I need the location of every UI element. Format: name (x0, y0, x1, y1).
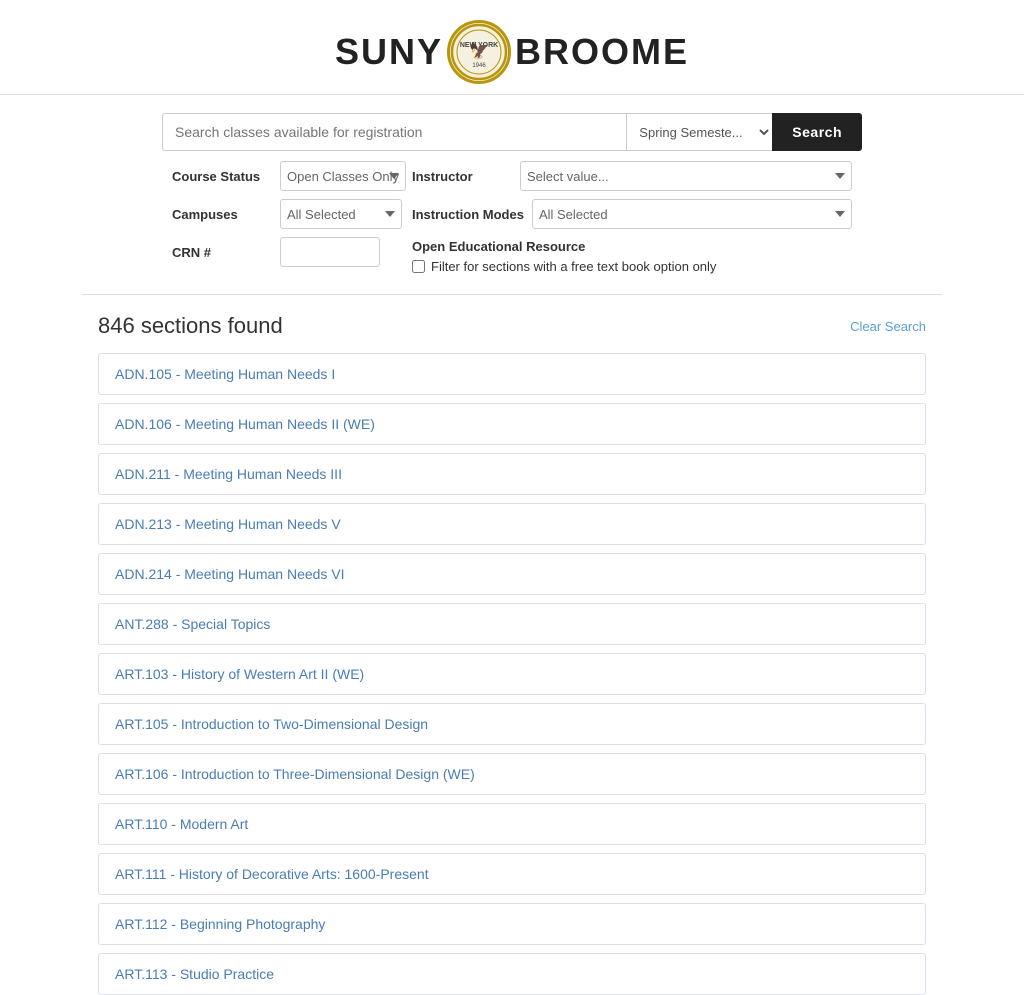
course-link[interactable]: ADN.105 - Meeting Human Needs I (115, 366, 335, 382)
left-filters-col: Course Status Open Classes Only All Clas… (172, 161, 402, 276)
divider (82, 294, 942, 295)
right-filters-col: Instructor Select value... Instruction M… (402, 161, 852, 276)
course-item[interactable]: ADN.213 - Meeting Human Needs V (98, 503, 926, 545)
course-link[interactable]: ART.106 - Introduction to Three-Dimensio… (115, 766, 475, 782)
course-item[interactable]: ART.110 - Modern Art (98, 803, 926, 845)
course-status-label: Course Status (172, 169, 272, 184)
search-button[interactable]: Search (772, 113, 862, 151)
clear-search-link[interactable]: Clear Search (850, 319, 926, 334)
oe-resource-label: Open Educational Resource (412, 239, 852, 254)
search-bar: Spring Semeste... Fall Semester Summer S… (162, 113, 862, 151)
course-item[interactable]: ANT.288 - Special Topics (98, 603, 926, 645)
course-item[interactable]: ART.113 - Studio Practice (98, 953, 926, 995)
course-item[interactable]: ART.112 - Beginning Photography (98, 903, 926, 945)
crn-input[interactable] (280, 237, 380, 267)
seal-svg: NEW YORK 🦅 1946 (450, 23, 508, 81)
course-item[interactable]: ART.103 - History of Western Art II (WE) (98, 653, 926, 695)
course-status-select[interactable]: Open Classes Only All Classes (280, 161, 406, 191)
semester-dropdown[interactable]: Spring Semeste... Fall Semester Summer S… (626, 113, 772, 151)
course-item[interactable]: ADN.211 - Meeting Human Needs III (98, 453, 926, 495)
course-link[interactable]: ANT.288 - Special Topics (115, 616, 270, 632)
oe-checkbox-row: Filter for sections with a free text boo… (412, 258, 852, 276)
course-link[interactable]: ART.103 - History of Western Art II (WE) (115, 666, 364, 682)
course-link[interactable]: ART.105 - Introduction to Two-Dimensiona… (115, 716, 428, 732)
results-header: 846 sections found Clear Search (98, 313, 926, 339)
course-item[interactable]: ART.106 - Introduction to Three-Dimensio… (98, 753, 926, 795)
course-link[interactable]: ADN.211 - Meeting Human Needs III (115, 466, 342, 482)
oe-resource-section: Open Educational Resource Filter for sec… (412, 237, 852, 276)
results-count: 846 sections found (98, 313, 283, 339)
instruction-modes-label: Instruction Modes (412, 207, 524, 222)
course-link[interactable]: ART.112 - Beginning Photography (115, 916, 325, 932)
instruction-modes-select[interactable]: All Selected (532, 199, 852, 229)
svg-text:1946: 1946 (472, 63, 486, 69)
course-item[interactable]: ADN.214 - Meeting Human Needs VI (98, 553, 926, 595)
crn-row: CRN # (172, 237, 402, 267)
campuses-label: Campuses (172, 207, 272, 222)
campuses-row: Campuses All Selected (172, 199, 402, 229)
svg-text:🦅: 🦅 (469, 41, 489, 60)
instructor-row: Instructor Select value... (412, 161, 852, 191)
course-list: ADN.105 - Meeting Human Needs I ADN.106 -… (98, 353, 926, 995)
course-item[interactable]: ART.105 - Introduction to Two-Dimensiona… (98, 703, 926, 745)
instructor-label: Instructor (412, 169, 512, 184)
course-link[interactable]: ADN.214 - Meeting Human Needs VI (115, 566, 345, 582)
course-link[interactable]: ART.111 - History of Decorative Arts: 16… (115, 866, 429, 882)
course-status-row: Course Status Open Classes Only All Clas… (172, 161, 402, 191)
filters-container: Course Status Open Classes Only All Clas… (162, 161, 862, 276)
filter-grid: Course Status Open Classes Only All Clas… (172, 161, 852, 276)
campuses-select[interactable]: All Selected (280, 199, 402, 229)
oe-checkbox[interactable] (412, 260, 425, 273)
header: SUNY NEW YORK 🦅 1946 BROOME (0, 0, 1024, 95)
course-link[interactable]: ADN.106 - Meeting Human Needs II (WE) (115, 416, 375, 432)
logo-text-left: SUNY (335, 31, 443, 73)
logo-seal: NEW YORK 🦅 1946 (447, 20, 511, 84)
course-link[interactable]: ADN.213 - Meeting Human Needs V (115, 516, 341, 532)
logo-text-right: BROOME (515, 31, 689, 73)
results-area: 846 sections found Clear Search ADN.105 … (82, 313, 942, 995)
course-item[interactable]: ART.111 - History of Decorative Arts: 16… (98, 853, 926, 895)
crn-label: CRN # (172, 245, 272, 260)
course-item[interactable]: ADN.106 - Meeting Human Needs II (WE) (98, 403, 926, 445)
search-input[interactable] (162, 113, 626, 151)
course-link[interactable]: ART.110 - Modern Art (115, 816, 248, 832)
logo-area: SUNY NEW YORK 🦅 1946 BROOME (0, 20, 1024, 84)
oe-checkbox-text: Filter for sections with a free text boo… (431, 258, 716, 276)
course-link[interactable]: ART.113 - Studio Practice (115, 966, 274, 982)
course-item[interactable]: ADN.105 - Meeting Human Needs I (98, 353, 926, 395)
instruction-modes-row: Instruction Modes All Selected (412, 199, 852, 229)
instructor-select[interactable]: Select value... (520, 161, 852, 191)
